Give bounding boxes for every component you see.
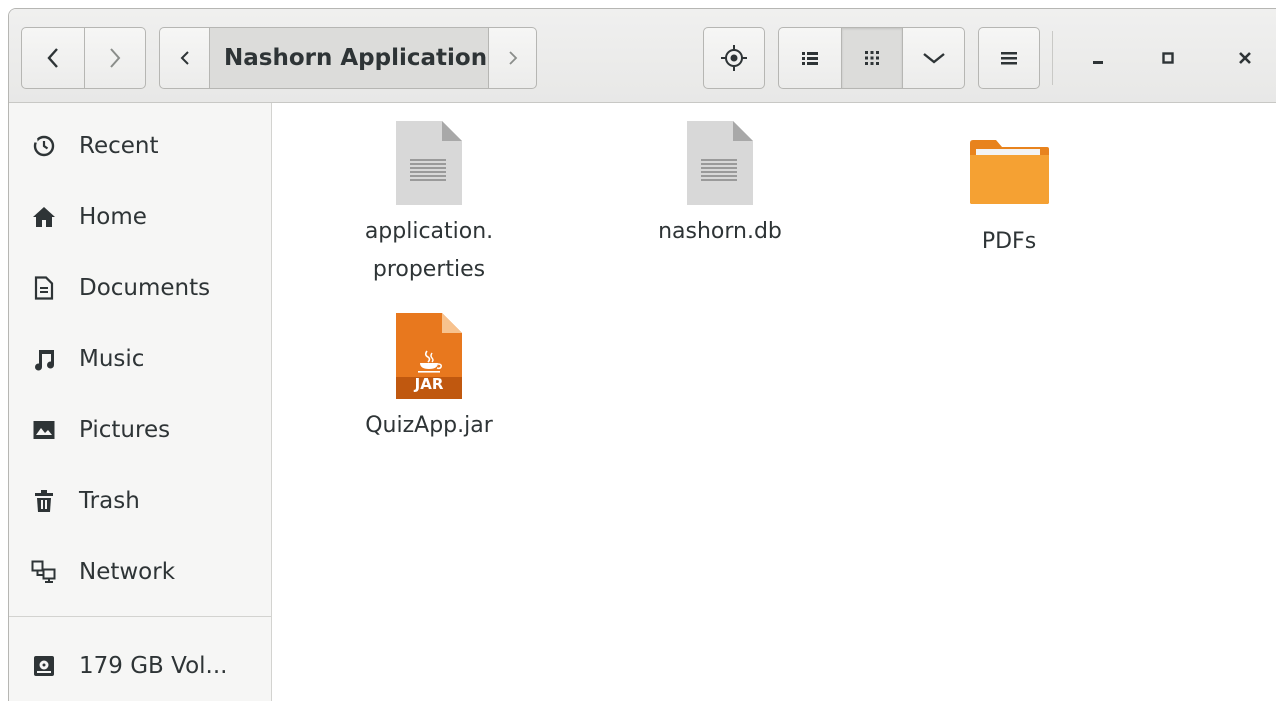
folder-icon: [970, 140, 1049, 204]
path-scroll-right-button[interactable]: [488, 27, 537, 89]
header-separator: [1052, 31, 1053, 85]
trash-icon: [31, 488, 57, 514]
sidebar-item-label: Pictures: [79, 417, 171, 443]
chevron-left-icon: [47, 48, 58, 68]
chevron-right-icon: [110, 48, 121, 68]
path-scroll-left-button[interactable]: [159, 27, 210, 89]
sidebar-item-volume[interactable]: 179 GB Vol...: [9, 636, 271, 696]
jar-badge: JAR: [414, 375, 444, 393]
file-name: nashorn.db: [658, 219, 782, 244]
back-button[interactable]: [21, 27, 85, 89]
view-options-button[interactable]: [902, 27, 965, 89]
picture-icon: [31, 417, 57, 443]
close-icon: [1239, 52, 1251, 64]
file-name-continued: properties: [372, 257, 486, 282]
sidebar-item-label: Trash: [79, 488, 140, 514]
location-button[interactable]: [703, 27, 765, 89]
sidebar-item-label: 179 GB Vol...: [79, 653, 228, 679]
sidebar-item-trash[interactable]: Trash: [9, 471, 271, 531]
chevron-right-icon: [508, 51, 517, 65]
network-icon: [31, 559, 57, 585]
sidebar-separator: [9, 616, 271, 617]
sidebar-item-pictures[interactable]: Pictures: [9, 400, 271, 460]
sidebar-item-label: Recent: [79, 133, 159, 159]
sidebar-item-network[interactable]: Network: [9, 542, 271, 602]
list-view-button[interactable]: [778, 27, 842, 89]
minimize-icon: [1093, 61, 1103, 64]
text-file-icon: [687, 121, 753, 205]
sidebar-item-home[interactable]: Home: [9, 187, 271, 247]
maximize-icon: [1162, 52, 1174, 64]
sidebar-item-label: Music: [79, 346, 145, 372]
list-view-icon: [802, 52, 818, 65]
close-button[interactable]: [1214, 27, 1276, 89]
text-file-icon: [396, 121, 462, 205]
sidebar-item-label: Documents: [79, 275, 211, 301]
music-icon: [31, 346, 57, 372]
path-current-folder-label: Nashorn Application: [224, 45, 488, 71]
sidebar-item-recent[interactable]: Recent: [9, 116, 271, 176]
chevron-down-icon: [922, 53, 945, 64]
file-item-quizapp-jar[interactable]: JAR QuizApp.jar: [329, 311, 529, 445]
grid-view-button[interactable]: [841, 27, 903, 89]
grid-view-icon: [865, 51, 879, 65]
sidebar-item-music[interactable]: Music: [9, 329, 271, 389]
file-item-pdfs-folder[interactable]: PDFs: [909, 139, 1109, 261]
file-name: QuizApp.jar: [365, 413, 493, 438]
file-item-application-properties[interactable]: application. properties: [329, 119, 529, 289]
sidebar-item-label: Network: [79, 559, 176, 585]
minimize-button[interactable]: [1067, 27, 1129, 89]
file-name: application.: [364, 219, 494, 244]
sidebar-item-documents[interactable]: Documents: [9, 258, 271, 318]
maximize-button[interactable]: [1137, 27, 1199, 89]
menu-button[interactable]: [978, 27, 1040, 89]
sidebar-item-label: Home: [79, 204, 147, 230]
path-current-folder-button[interactable]: Nashorn Application: [209, 27, 489, 89]
home-icon: [31, 204, 57, 230]
file-item-nashorn-db[interactable]: nashorn.db: [620, 119, 820, 251]
target-icon: [721, 45, 747, 71]
forward-button[interactable]: [84, 27, 146, 89]
file-view: application. properties nashorn.db PDFs …: [272, 103, 1276, 701]
header-bar: Nashorn Application: [9, 9, 1276, 103]
document-icon: [31, 275, 57, 301]
chevron-left-icon: [180, 51, 189, 65]
places-sidebar: Recent Home Documents Music Pictures Tra…: [9, 103, 272, 701]
file-name: PDFs: [981, 229, 1037, 254]
clock-icon: [31, 133, 57, 159]
hamburger-menu-icon: [1001, 52, 1017, 65]
drive-icon: [31, 653, 57, 679]
file-manager-window: Nashorn Application Recent Home Document…: [8, 8, 1276, 701]
